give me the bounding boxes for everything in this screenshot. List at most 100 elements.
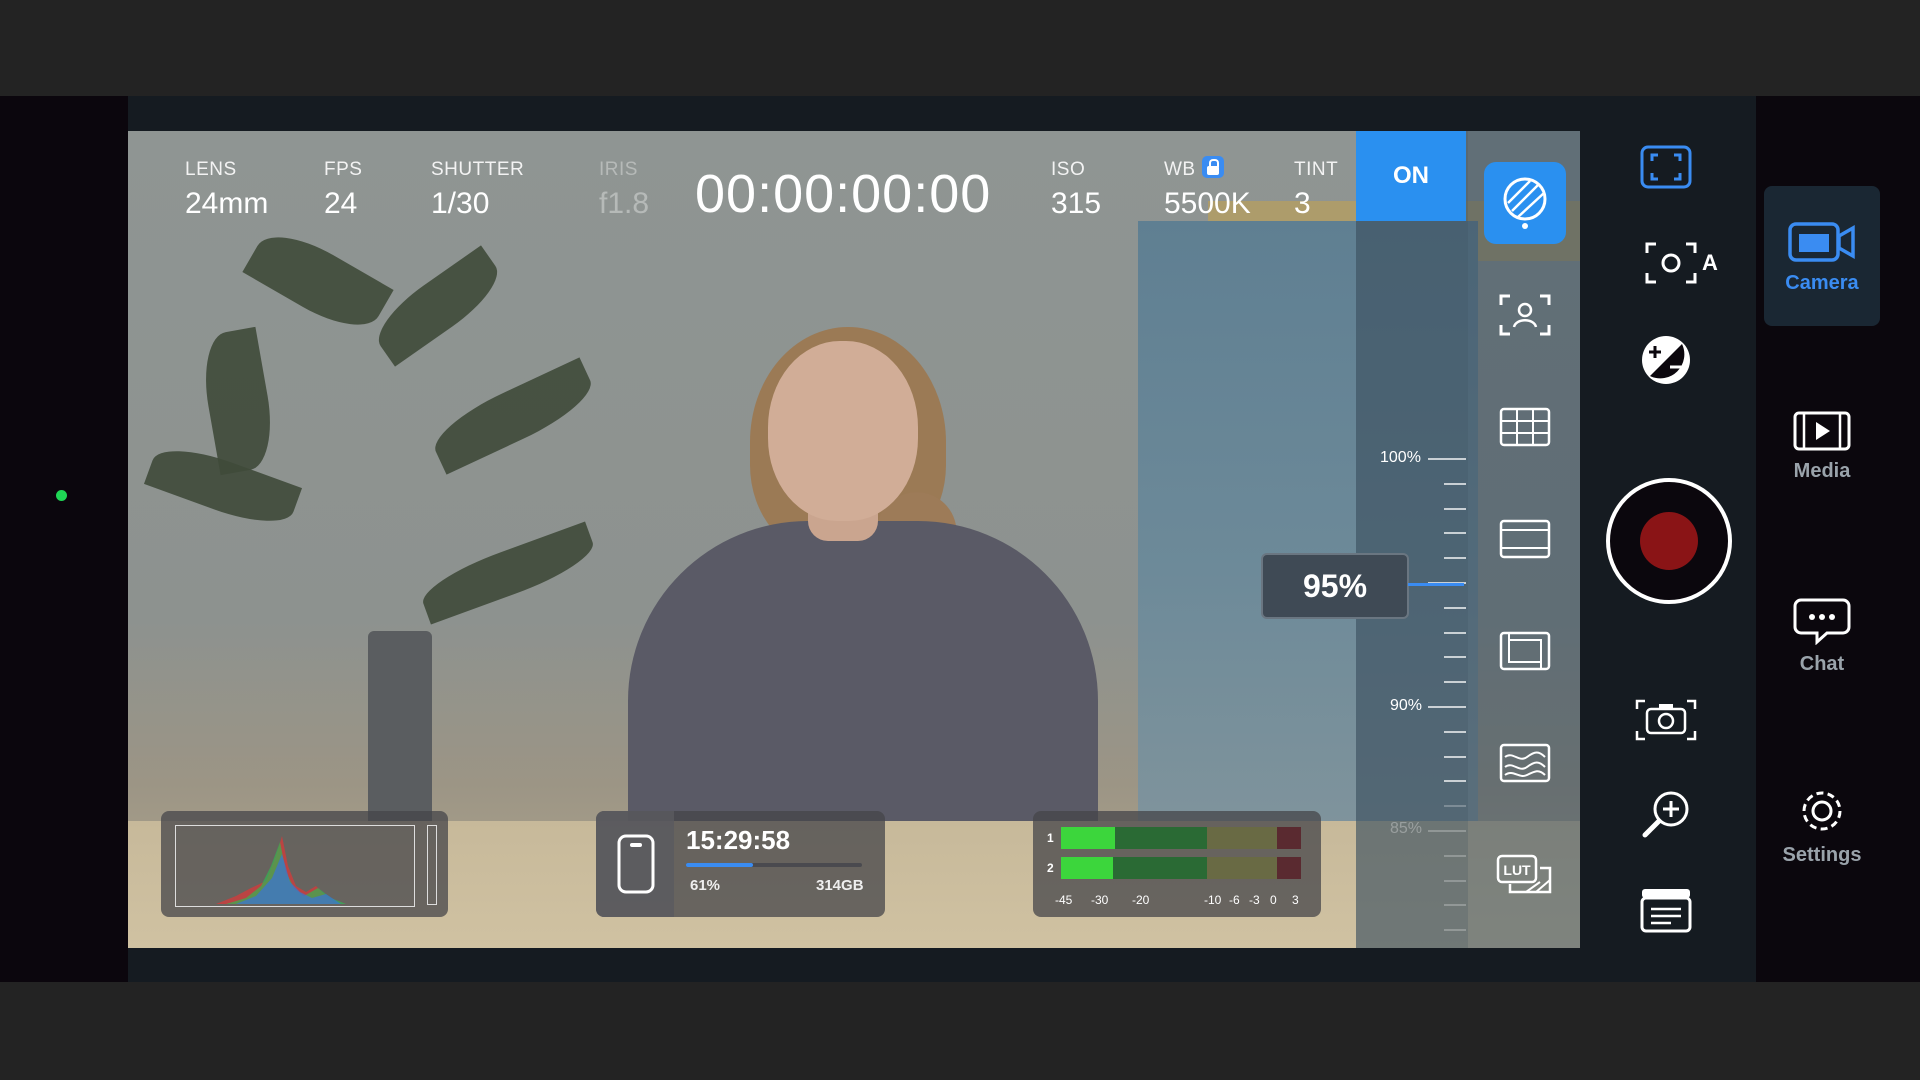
record-dot: [1640, 512, 1698, 570]
lut-icon: LUT: [1496, 854, 1552, 894]
hud-iso[interactable]: ISO 315: [1051, 159, 1101, 221]
gear-icon: [1802, 791, 1842, 830]
hud-value: 24: [324, 187, 358, 220]
zoom-scale-label: 90%: [1390, 697, 1423, 714]
false-color-button[interactable]: [1484, 722, 1566, 804]
hud-label-text: WB: [1164, 159, 1196, 181]
media-icon: [1793, 411, 1851, 450]
person-face: [768, 341, 918, 521]
hud-fps[interactable]: FPS 24: [324, 159, 362, 221]
record-button[interactable]: [1606, 478, 1732, 604]
face-detect-button[interactable]: [1484, 274, 1566, 356]
meter-scale-label: -20: [1132, 893, 1150, 907]
zoom-on-toggle[interactable]: ON: [1356, 131, 1466, 221]
hud-value: 5500K: [1164, 187, 1251, 221]
chat-icon: [1793, 598, 1851, 645]
meter-red-zone: [1277, 857, 1301, 879]
zoom-value-indicator[interactable]: 95%: [1261, 553, 1409, 619]
zoom-tick: [1444, 755, 1466, 758]
zoom-tick: [1428, 830, 1466, 832]
exposure-icon: [1642, 336, 1690, 384]
meter-red-zone: [1277, 827, 1301, 849]
hud-iris[interactable]: IRIS f1.8: [599, 159, 649, 221]
focus-frame-icon: [1645, 242, 1697, 284]
hud-tint[interactable]: TINT 3: [1294, 159, 1338, 221]
zoom-tick: [1444, 805, 1466, 808]
nav-camera[interactable]: Camera: [1764, 186, 1880, 326]
hud-label: SHUTTER: [431, 159, 525, 180]
hud-label: TINT: [1294, 159, 1339, 180]
meter-yellow-zone: [1207, 827, 1277, 849]
meter-scale-label: 0: [1270, 893, 1277, 907]
nav-chat[interactable]: Chat: [1764, 566, 1880, 706]
histogram-frame: [175, 825, 415, 907]
audio-channel-1-meter: [1061, 827, 1301, 849]
snapshot-button[interactable]: [1632, 692, 1700, 748]
meter-scale-label: -10: [1204, 893, 1222, 907]
timecode-display[interactable]: 00:00:00:00: [695, 163, 991, 225]
fullscreen-button[interactable]: [1636, 140, 1696, 194]
zoom-tick: [1444, 780, 1466, 783]
grid-button[interactable]: [1484, 386, 1566, 468]
meter-scale-label: -6: [1229, 893, 1240, 907]
lut-text: LUT: [1503, 862, 1531, 878]
hud-white-balance[interactable]: WB 5500K: [1164, 156, 1251, 221]
nav-settings[interactable]: Settings: [1764, 756, 1880, 896]
zoom-tick: [1444, 631, 1466, 634]
plant-leaf: [366, 245, 510, 367]
histogram-widget[interactable]: [161, 811, 448, 917]
audio-level-mini-bar: [427, 825, 437, 905]
channel-label: 2: [1047, 861, 1054, 875]
zoom-tick: [1444, 606, 1466, 609]
frame-guide-icon: [1499, 519, 1551, 559]
hud-label: IRIS: [599, 159, 638, 180]
zoom-magnify-button[interactable]: [1638, 786, 1694, 842]
remaining-record-time: 15:29:58: [686, 825, 791, 855]
zebra-button[interactable]: [1484, 162, 1566, 244]
battery-percentage: 61%: [690, 877, 721, 894]
zoom-tick: [1444, 507, 1466, 510]
zebra-icon: [1503, 177, 1547, 229]
nav-media[interactable]: Media: [1764, 376, 1880, 516]
nav-label: Settings: [1782, 843, 1862, 866]
audio-meter-widget[interactable]: 1 2 -45 -30 -20 -10 -6 -3 0 3: [1033, 811, 1321, 917]
nav-label: Chat: [1799, 652, 1845, 675]
meter-level: [1061, 827, 1115, 849]
hud-label: ISO: [1051, 159, 1086, 180]
hud-lens[interactable]: LENS 24mm: [185, 159, 268, 221]
magnify-plus-icon: [1642, 791, 1689, 838]
hud-value: 3: [1294, 187, 1311, 220]
zoom-tick: [1444, 656, 1466, 659]
crop-guide-button[interactable]: [1484, 610, 1566, 692]
hud-label: FPS: [324, 159, 363, 180]
frame-guide-button[interactable]: [1484, 498, 1566, 580]
storage-progress-bar: [686, 863, 862, 867]
hud-value: 24mm: [185, 187, 269, 220]
meter-scale-label: 3: [1292, 893, 1299, 907]
auto-focus-label: A: [1702, 250, 1718, 275]
meter-level: [1061, 857, 1113, 879]
zoom-tick: [1444, 557, 1466, 560]
plant-leaf: [242, 220, 394, 342]
nav-label: Media: [1793, 459, 1851, 482]
zoom-tick: [1444, 879, 1466, 882]
storage-remaining: 314GB: [816, 877, 864, 894]
zoom-tick: [1444, 730, 1466, 733]
zoom-tick: [1444, 482, 1466, 485]
lut-button[interactable]: LUT: [1484, 834, 1566, 916]
hud-shutter[interactable]: SHUTTER 1/30: [431, 159, 524, 221]
face-detect-icon: [1499, 294, 1551, 336]
exposure-compensation-button[interactable]: [1638, 332, 1694, 388]
audio-channel-2-meter: [1061, 857, 1301, 879]
nav-label: Camera: [1785, 271, 1859, 294]
auto-focus-button[interactable]: A: [1636, 236, 1726, 290]
zoom-tick: [1428, 458, 1466, 460]
slate-button[interactable]: [1638, 884, 1694, 936]
plant-leaf: [196, 326, 280, 476]
camera-icon: [1788, 221, 1855, 262]
status-indicator-dot: [56, 490, 67, 501]
meter-yellow-zone: [1207, 857, 1277, 879]
zoom-scale-label: 100%: [1380, 449, 1421, 466]
recording-status-widget[interactable]: 15:29:58 61% 314GB: [596, 811, 885, 917]
plant-leaf: [415, 521, 601, 625]
